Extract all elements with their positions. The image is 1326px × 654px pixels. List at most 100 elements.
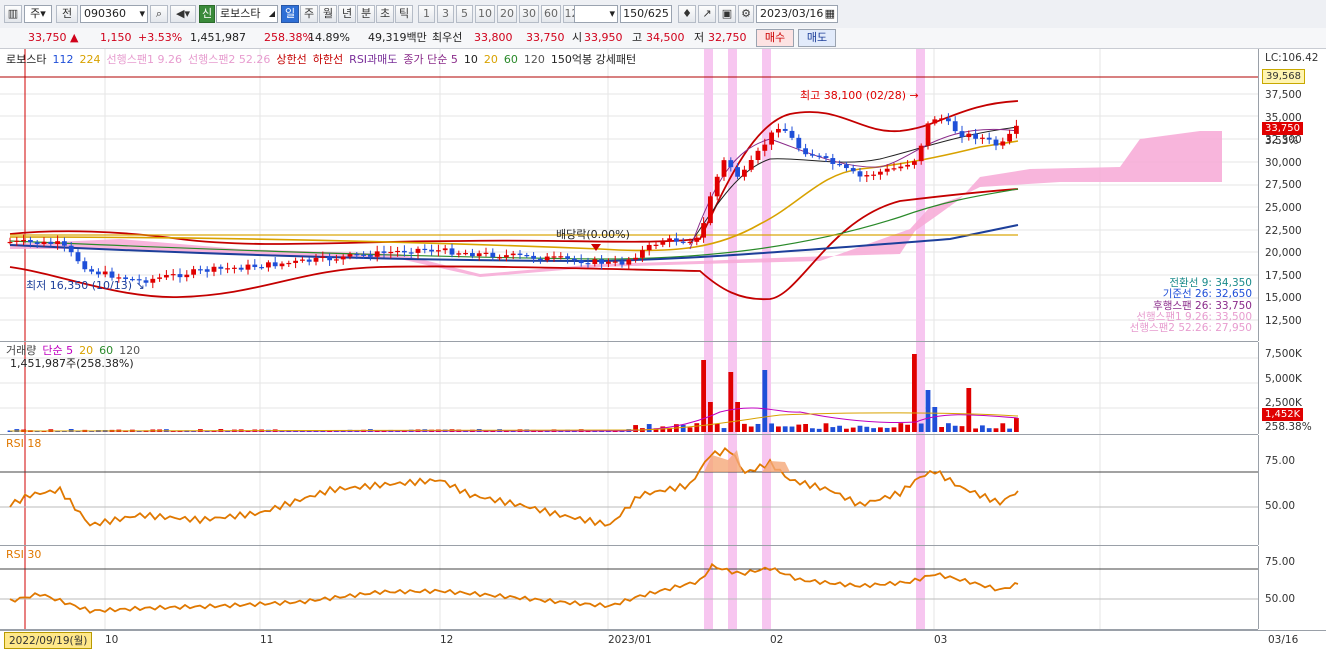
- search-icon[interactable]: ⌕: [150, 5, 168, 23]
- code-input[interactable]: 090360 ▾: [80, 5, 148, 23]
- price-legend-item[interactable]: 하한선: [313, 53, 343, 66]
- price-legend-item[interactable]: 로보스타: [6, 53, 46, 66]
- period-button-3[interactable]: 년: [338, 5, 356, 23]
- rsi18-tick-75: 75.00: [1265, 455, 1296, 467]
- candle-body: [755, 150, 761, 161]
- period-select[interactable]: 주▾: [24, 5, 52, 23]
- candle-body: [442, 248, 448, 251]
- candle-body: [565, 256, 570, 259]
- rsi30-chart[interactable]: [0, 546, 1258, 629]
- volume-chart[interactable]: [0, 342, 1258, 434]
- volume-legend-item[interactable]: 20: [79, 344, 93, 357]
- date-input[interactable]: 2023/03/16 ▦: [756, 5, 838, 23]
- volume-bar: [823, 423, 829, 432]
- price-tick: 35,000: [1265, 111, 1302, 124]
- credit-badge: 신: [199, 5, 215, 23]
- calendar-icon[interactable]: ▦: [825, 6, 835, 22]
- candle-body: [198, 269, 203, 271]
- volume-legend-item[interactable]: 거래량: [6, 344, 36, 357]
- volume-bar: [694, 423, 700, 432]
- candle-body: [952, 121, 958, 132]
- volume-legend-item[interactable]: 120: [119, 344, 140, 357]
- draw-tool-icon[interactable]: ↗: [698, 5, 716, 23]
- candle-body: [429, 249, 434, 252]
- candle-body: [415, 248, 421, 253]
- interval-button-1[interactable]: 1: [418, 5, 435, 23]
- volume-legend-item[interactable]: 60: [99, 344, 113, 357]
- candle-body: [612, 261, 618, 263]
- stock-name-field[interactable]: 로보스타 ◢: [216, 5, 278, 23]
- interval-button-60[interactable]: 60: [541, 5, 561, 23]
- volume-bar: [912, 354, 917, 432]
- buy-button[interactable]: 매수: [756, 29, 794, 47]
- interval-button-30[interactable]: 30: [519, 5, 539, 23]
- interval-button-20[interactable]: 20: [497, 5, 517, 23]
- candle-body: [361, 254, 366, 256]
- volume-legend: 거래량 단순 5 20 60 120: [6, 344, 146, 357]
- signal-band: [704, 49, 713, 341]
- last-date-label: 03/16: [1268, 634, 1299, 646]
- low-price: 32,750: [708, 31, 747, 44]
- sound-icon[interactable]: ◀▾: [170, 5, 196, 23]
- price-chart[interactable]: [0, 49, 1258, 341]
- prev-button[interactable]: 전: [56, 5, 78, 23]
- candle-body: [694, 237, 700, 242]
- rsi18-chart[interactable]: [0, 435, 1258, 545]
- price-legend-item[interactable]: 10: [464, 53, 478, 66]
- price-legend-item[interactable]: 224: [79, 53, 100, 66]
- interval-custom-input[interactable]: ▾: [574, 5, 618, 23]
- price-legend-item[interactable]: RSI과매도: [349, 53, 397, 66]
- price-tick: 17,500: [1265, 269, 1302, 282]
- candle-body: [946, 118, 951, 122]
- volume-bar: [939, 427, 944, 432]
- interval-button-5[interactable]: 5: [456, 5, 473, 23]
- signal-band: [704, 435, 713, 545]
- candle-body: [41, 241, 47, 245]
- toolbar: ▥ 주▾ 전 090360 ▾ ⌕ ◀▾ 신 로보스타 ◢ 일주월년분초틱 1351…: [0, 0, 1326, 29]
- candle-body: [905, 164, 910, 167]
- candle-body: [857, 171, 863, 177]
- period-button-5[interactable]: 초: [376, 5, 394, 23]
- price-legend-item[interactable]: 150억봉 강세패턴: [551, 53, 636, 66]
- price-legend-item[interactable]: 상한선: [276, 53, 306, 66]
- price-legend-item[interactable]: 112: [52, 53, 73, 66]
- layout-icon[interactable]: ▥: [4, 5, 22, 23]
- period-button-2[interactable]: 월: [319, 5, 337, 23]
- bar-count-input[interactable]: 150/625: [620, 5, 672, 23]
- volume-legend-item[interactable]: 단순 5: [42, 344, 73, 357]
- volume-bar: [776, 426, 781, 432]
- candle-body: [592, 259, 598, 265]
- candle-body: [184, 274, 190, 278]
- period-button-6[interactable]: 틱: [395, 5, 413, 23]
- interval-button-3[interactable]: 3: [437, 5, 454, 23]
- gear-icon[interactable]: ⚙: [738, 5, 754, 23]
- price-tick: 20,000: [1265, 247, 1302, 260]
- sell-button[interactable]: 매도: [798, 29, 836, 47]
- price-legend-item[interactable]: 20: [484, 53, 498, 66]
- cursor-date: 2022/09/19(월): [4, 632, 93, 649]
- volume-bar: [1007, 428, 1012, 432]
- volume-bar: [755, 423, 761, 432]
- candle-body: [748, 160, 754, 170]
- candle-body: [334, 259, 339, 261]
- period-button-1[interactable]: 주: [300, 5, 318, 23]
- signal-band: [762, 49, 771, 341]
- candle-body: [218, 266, 224, 269]
- candle-body: [259, 267, 264, 269]
- price-legend-item[interactable]: 종가 단순 5: [403, 53, 457, 66]
- price-legend-item[interactable]: 120: [524, 53, 545, 66]
- candle-body: [68, 245, 74, 253]
- save-icon[interactable]: ▣: [718, 5, 736, 23]
- price-legend-item[interactable]: 60: [504, 53, 518, 66]
- price-legend-item[interactable]: 선행스팬1 9.26: [106, 53, 181, 66]
- period-button-4[interactable]: 분: [357, 5, 375, 23]
- price-legend-item[interactable]: 선행스팬2 52.26: [188, 53, 270, 66]
- volume-bar: [878, 427, 883, 432]
- best-ask-label: 최우선: [432, 31, 463, 44]
- interval-button-10[interactable]: 10: [475, 5, 495, 23]
- chart-type-icon[interactable]: ♦: [678, 5, 696, 23]
- candle-body: [898, 166, 904, 169]
- volume-bar: [986, 428, 992, 432]
- volume-bar: [959, 426, 965, 432]
- period-button-0[interactable]: 일: [281, 5, 299, 23]
